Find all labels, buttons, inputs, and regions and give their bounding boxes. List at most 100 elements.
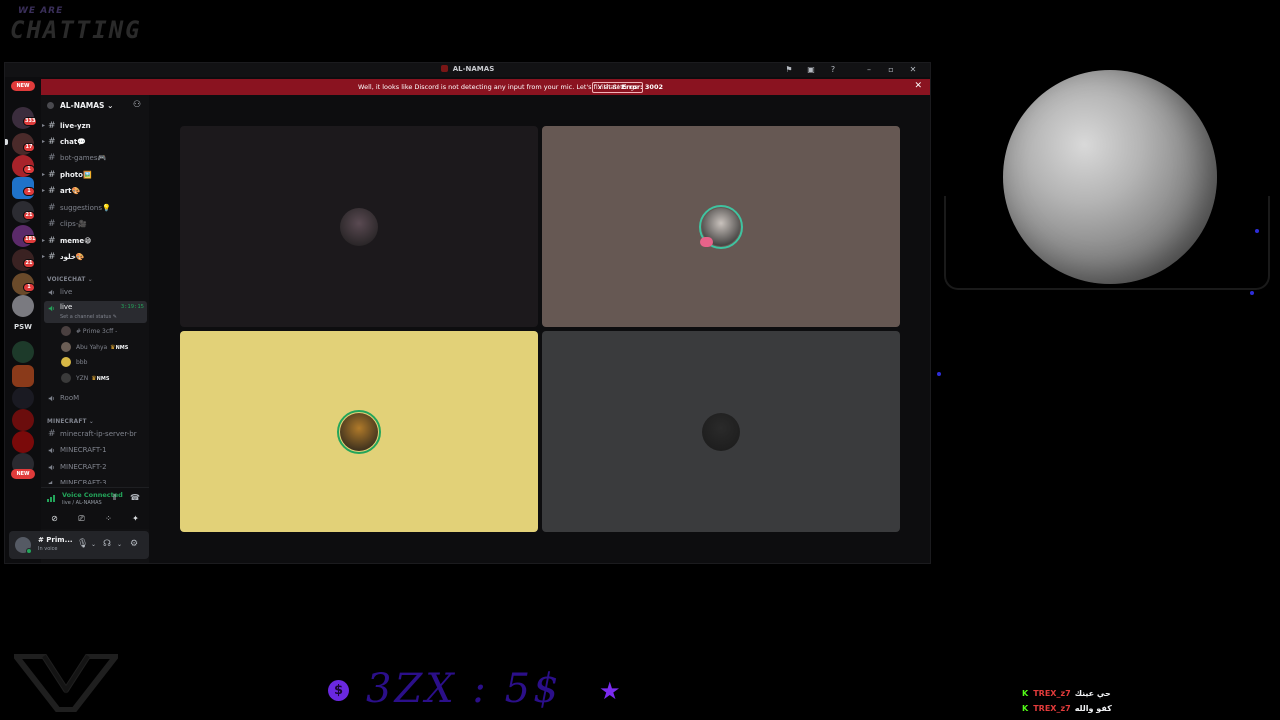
speaker-icon	[48, 447, 55, 454]
server-name[interactable]: AL-NAMAS ⌄	[60, 101, 113, 110]
stream-chat: K TREX_z7 حي عينك K TREX_z7 كفو والله	[1022, 686, 1112, 716]
channel-suggestions[interactable]: # suggestions💡	[41, 201, 149, 215]
role-tag: ♛NMS	[110, 341, 128, 355]
channel-label: clips-🎥	[60, 220, 88, 228]
channel-arabic[interactable]: ▸ # خلود🎨	[41, 250, 149, 264]
server-icon-12[interactable]	[12, 409, 34, 431]
voice-timer: 3:19:15	[120, 304, 144, 310]
new-unreads-pill-bottom[interactable]: NEW	[11, 469, 35, 479]
category-minecraft[interactable]: MINECRAFT ⌄	[47, 419, 94, 425]
channel-v-logo	[14, 654, 118, 712]
title-bar: AL-NAMAS ⚑ ▣ ? – ▫ ✕	[5, 63, 930, 77]
role-tag-text: NMS	[96, 376, 110, 382]
server-header[interactable]: AL-NAMAS ⌄ ⚇	[41, 95, 149, 117]
channel-clips[interactable]: # clips-🎥	[41, 217, 149, 231]
hash-icon: #	[48, 236, 56, 246]
settings-gear-icon[interactable]: ⚙	[130, 539, 138, 549]
user-name[interactable]: # Prim...	[38, 536, 73, 544]
soundboard-button[interactable]: ✦	[124, 512, 148, 526]
banner-close-icon[interactable]: ✕	[914, 81, 922, 91]
server-icon-13[interactable]	[12, 431, 34, 453]
server-icon-11[interactable]	[12, 387, 34, 409]
server-icon-9[interactable]	[12, 341, 34, 363]
disconnect-icon[interactable]: ☎	[130, 493, 140, 502]
voice-connected-panel: Voice Connected live / AL-NAMAS ⫴ ☎ ⊘ ⎚ …	[41, 487, 149, 529]
hash-icon: #	[48, 153, 56, 163]
help-icon[interactable]: ?	[822, 65, 844, 75]
logo-small-text: WE ARE	[18, 6, 64, 16]
banner-message-text: Well, it looks like Discord is not detec…	[358, 83, 620, 91]
voice-channel-room[interactable]: RooM	[41, 391, 149, 405]
voice-channel-live-idle[interactable]: live	[41, 285, 149, 299]
channel-photo[interactable]: ▸ # photo🖼️	[41, 168, 149, 182]
invite-people-icon[interactable]: ⚇	[133, 100, 141, 110]
voice-user[interactable]: # Prime 3cff -	[61, 325, 117, 339]
unread-dot-icon: ▸	[42, 171, 46, 178]
activities-button[interactable]: ⁘	[97, 512, 121, 526]
avatar	[340, 413, 378, 451]
channel-meme[interactable]: ▸ # meme😁	[41, 234, 149, 248]
hash-icon: #	[48, 429, 56, 439]
decor-dot	[1250, 291, 1254, 295]
server-rail: NEW 333 17 1 1 21 181 21 1 PSW NEW	[5, 79, 41, 563]
chat-text: كفو والله	[1074, 704, 1112, 713]
screen-share-button[interactable]: ⎚	[70, 512, 94, 526]
speaker-icon	[48, 480, 53, 484]
voice-channel-minecraft-3[interactable]: MINECRAFT-3	[41, 476, 149, 484]
voice-tile[interactable]	[542, 126, 900, 327]
close-icon[interactable]: ✕	[902, 65, 924, 75]
channel-status-button[interactable]: Set a channel status ✎	[60, 314, 117, 320]
voice-location[interactable]: live / AL-NAMAS	[62, 500, 102, 506]
channel-chat[interactable]: ▸ # chat💬	[41, 135, 149, 149]
camera-button[interactable]: ⊘	[43, 512, 67, 526]
channel-bot-games[interactable]: # bot-games🎮	[41, 151, 149, 165]
banner-message: Well, it looks like Discord is not detec…	[41, 83, 663, 91]
noise-suppression-icon[interactable]: ⫴	[113, 493, 116, 503]
category-voicechat[interactable]: VOICECHAT ⌄	[47, 277, 93, 283]
mention-badge: 17	[23, 143, 35, 152]
channel-live-yzn[interactable]: ▸ # live-yzn	[41, 119, 149, 133]
signal-icon[interactable]	[46, 493, 56, 503]
hash-icon: #	[48, 137, 56, 147]
channel-art[interactable]: ▸ # art🎨	[41, 184, 149, 198]
minimize-icon[interactable]: –	[858, 65, 880, 75]
moon-image	[1003, 70, 1217, 284]
mention-badge: 181	[23, 235, 38, 244]
voice-tile[interactable]	[180, 331, 538, 532]
avatar	[61, 342, 71, 352]
voice-channel-minecraft-2[interactable]: MINECRAFT-2	[41, 460, 149, 474]
mention-badge: 1	[23, 187, 35, 196]
server-psw[interactable]: PSW	[11, 323, 35, 331]
voice-channel-minecraft-1[interactable]: MINECRAFT-1	[41, 443, 149, 457]
visit-settings-button[interactable]: Visit Settings	[592, 82, 644, 93]
category-label: VOICECHAT	[47, 277, 86, 283]
server-icon-10[interactable]	[12, 365, 34, 387]
discord-window: AL-NAMAS ⚑ ▣ ? – ▫ ✕ Well, it looks like…	[4, 62, 931, 564]
voice-channel-live-active[interactable]: live 3:19:15 Set a channel status ✎	[44, 301, 147, 323]
headphones-icon[interactable]: ☊	[103, 539, 111, 549]
server-header-icon	[47, 102, 54, 109]
flag-icon[interactable]: ⚑	[778, 65, 800, 75]
voice-tile[interactable]	[542, 331, 900, 532]
voice-tile[interactable]	[180, 126, 538, 327]
audio-options-chevron-icon[interactable]: ⌄	[117, 541, 122, 548]
voice-user[interactable]: YZN ♛NMS	[61, 372, 109, 386]
kick-icon: K	[1022, 689, 1029, 698]
mic-icon[interactable]: 🎙	[77, 539, 88, 549]
voice-user[interactable]: Abu Yahya ♛NMS	[61, 341, 128, 355]
maximize-icon[interactable]: ▫	[880, 65, 902, 75]
inbox-icon[interactable]: ▣	[800, 65, 822, 75]
new-unreads-pill[interactable]: NEW	[11, 81, 35, 91]
server-icon-8[interactable]	[12, 295, 34, 317]
voice-user[interactable]: bbb	[61, 356, 87, 370]
mic-options-chevron-icon[interactable]: ⌄	[91, 541, 96, 548]
voice-user-name: # Prime 3cff -	[76, 328, 118, 335]
mention-badge: 21	[23, 211, 35, 220]
channel-minecraft-ip[interactable]: # minecraft-ip-server-br	[41, 427, 149, 441]
category-label: MINECRAFT	[47, 419, 87, 425]
channel-label: خلود🎨	[60, 253, 85, 261]
star-icon: ★	[599, 677, 621, 705]
muted-icon	[700, 237, 713, 247]
user-panel: # Prim... In voice 🎙 ⌄ ☊ ⌄ ⚙	[9, 531, 149, 559]
voice-user-name: bbb	[76, 359, 88, 366]
